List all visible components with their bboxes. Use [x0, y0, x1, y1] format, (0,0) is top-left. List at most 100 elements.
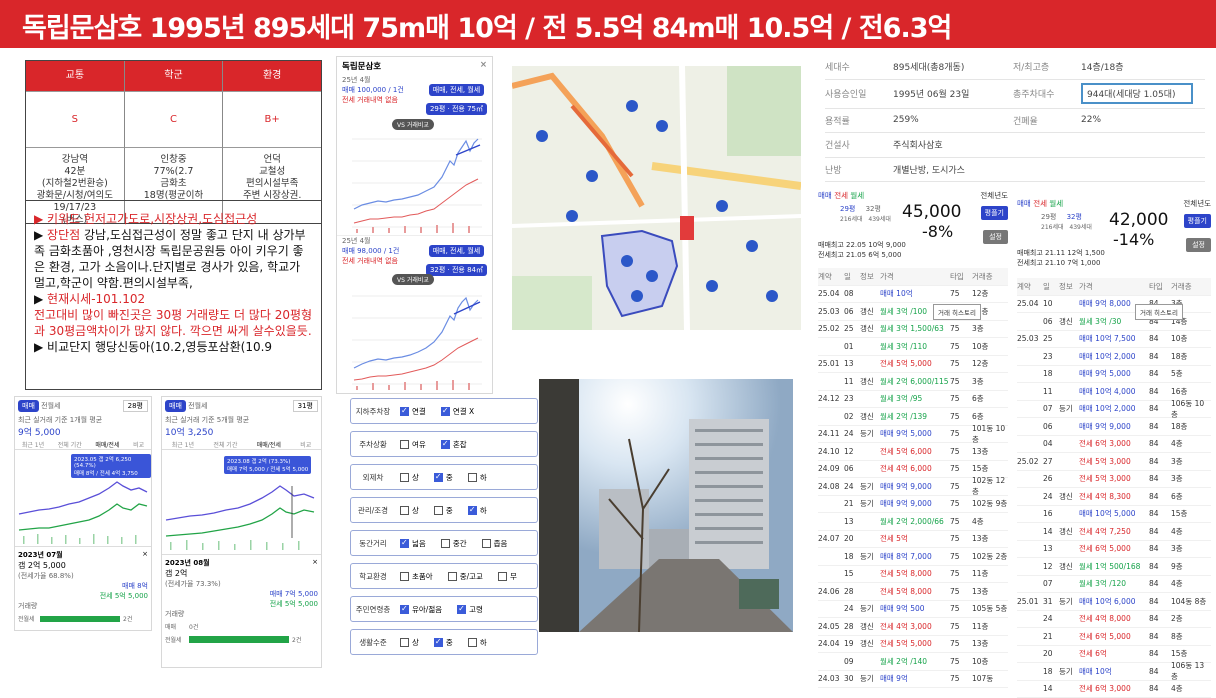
- tab-compare[interactable]: 비교: [133, 440, 144, 449]
- checkbox[interactable]: [400, 440, 409, 449]
- filter-chip[interactable]: 매매, 전세, 월세: [429, 84, 485, 96]
- checkbox[interactable]: [400, 407, 409, 416]
- tab-rent[interactable]: 전월세: [41, 402, 60, 410]
- checkbox[interactable]: [457, 605, 466, 614]
- checkbox[interactable]: [441, 407, 450, 416]
- area-chip-2[interactable]: 32평 · 전용 84㎡: [426, 264, 487, 276]
- tab-sale-jeonse[interactable]: 매매/전세: [257, 440, 281, 449]
- tab-monthly[interactable]: 월세: [1049, 199, 1063, 208]
- table-row[interactable]: 24.0824등기매매 9억 9,00075102동 12층: [818, 478, 1008, 496]
- table-row[interactable]: 25.0227전세 5억 3,000843층: [1017, 453, 1211, 471]
- table-row[interactable]: 01월세 3억 /1107510층: [818, 338, 1008, 356]
- table-row[interactable]: 18매매 9억 5,000845층: [1017, 366, 1211, 384]
- tab-sale[interactable]: 매매: [818, 191, 832, 200]
- table-row[interactable]: 13전세 6억 5,000843층: [1017, 541, 1211, 559]
- table-row[interactable]: 07월세 3억 /120844층: [1017, 576, 1211, 594]
- checkbox[interactable]: [468, 506, 477, 515]
- checkbox[interactable]: [482, 539, 491, 548]
- checkbox[interactable]: [441, 440, 450, 449]
- tab-sale[interactable]: 매매: [1017, 199, 1031, 208]
- table-row[interactable]: 11갱신월세 2억 6,000/115753층: [818, 373, 1008, 391]
- checkbox[interactable]: [400, 572, 409, 581]
- year-filter[interactable]: 전체년도: [980, 190, 1008, 204]
- checkbox[interactable]: [441, 539, 450, 548]
- table-row[interactable]: 16매매 10억 5,0008415층: [1017, 506, 1211, 524]
- table-row[interactable]: 26전세 5억 3,000843층: [1017, 471, 1211, 489]
- close-icon[interactable]: ×: [142, 550, 148, 560]
- close-icon[interactable]: ×: [312, 558, 318, 568]
- checkbox[interactable]: [468, 638, 477, 647]
- table-row[interactable]: 25.0113전세 5억 5,0007512층: [818, 356, 1008, 374]
- pyeong-button[interactable]: 평플기: [981, 206, 1008, 220]
- pyeong-button[interactable]: 평플기: [1184, 214, 1211, 228]
- checkbox[interactable]: [498, 572, 507, 581]
- pyeong-tab[interactable]: 29평: [840, 205, 855, 213]
- settings-button[interactable]: 설정: [983, 230, 1008, 244]
- tab-jeonse[interactable]: 전세: [1033, 199, 1047, 208]
- checkbox[interactable]: [434, 473, 443, 482]
- tab-monthly[interactable]: 월세: [850, 191, 864, 200]
- table-row[interactable]: 23매매 10억 2,0008418층: [1017, 348, 1211, 366]
- table-row[interactable]: 18등기매매 8억 7,00075102동 2층: [818, 548, 1008, 566]
- table-row[interactable]: 24전세 4억 8,000842층: [1017, 611, 1211, 629]
- pyeong-tab[interactable]: 29평: [1041, 213, 1056, 221]
- checkbox[interactable]: [434, 506, 443, 515]
- tab-sale[interactable]: 매매: [18, 400, 39, 412]
- table-row[interactable]: 14전세 6억 3,000844층: [1017, 681, 1211, 698]
- table-row[interactable]: 13월세 2억 2,000/66754층: [818, 513, 1008, 531]
- tab-recent[interactable]: 최근 1년: [172, 440, 194, 449]
- checkbox[interactable]: [400, 539, 409, 548]
- table-row[interactable]: 25.0408매매 10억7512층: [818, 286, 1008, 304]
- table-row[interactable]: 24.0720전세 5억7513층: [818, 531, 1008, 549]
- table-row[interactable]: 06매매 9억 9,0008418층: [1017, 418, 1211, 436]
- filter-chip-2[interactable]: 매매, 전세, 월세: [429, 245, 485, 257]
- table-row[interactable]: 24.0628전세 5억 8,0007513층: [818, 583, 1008, 601]
- table-row[interactable]: 24.0419갱신전세 5억 5,0007513층: [818, 636, 1008, 654]
- compare-button-2[interactable]: VS 거래비교: [392, 274, 434, 285]
- pyeong-tab-2[interactable]: 32평: [866, 205, 881, 213]
- checkbox[interactable]: [400, 506, 409, 515]
- tab-jeonse[interactable]: 전세: [834, 191, 848, 200]
- table-row[interactable]: 21전세 6억 5,000848층: [1017, 628, 1211, 646]
- area-select[interactable]: 28평: [123, 400, 148, 412]
- table-row[interactable]: 24.0330등기매매 9억75107동: [818, 671, 1008, 689]
- table-row[interactable]: 21등기매매 9억 9,00075102동 9층: [818, 496, 1008, 514]
- checkbox[interactable]: [434, 638, 443, 647]
- checkbox[interactable]: [400, 473, 409, 482]
- close-icon[interactable]: ×: [480, 60, 487, 72]
- table-row[interactable]: 14갱신전세 4억 7,250844층: [1017, 523, 1211, 541]
- area-select[interactable]: 31평: [293, 400, 318, 412]
- tab-recent[interactable]: 최근 1년: [22, 440, 44, 449]
- table-row[interactable]: 15전세 5억 8,0007511층: [818, 566, 1008, 584]
- compare-button[interactable]: VS 거래비교: [392, 119, 434, 130]
- tab-compare[interactable]: 비교: [300, 440, 311, 449]
- table-row[interactable]: 18등기매매 10억84106동 13층: [1017, 663, 1211, 681]
- year-filter[interactable]: 전체년도: [1183, 198, 1211, 212]
- table-row[interactable]: 25.0325매매 10억 7,5008410층: [1017, 331, 1211, 349]
- table-row[interactable]: 07등기매매 10억 2,00084106동 10층: [1017, 401, 1211, 419]
- table-row[interactable]: 12갱신월세 1억 500/168849층: [1017, 558, 1211, 576]
- tab-all[interactable]: 전체 기간: [58, 440, 82, 449]
- tab-rent[interactable]: 전월세: [188, 402, 207, 410]
- table-row[interactable]: 25.0131등기매매 10억 6,00084104동 8층: [1017, 593, 1211, 611]
- table-row[interactable]: 24.1012전세 5억 6,0007513층: [818, 443, 1008, 461]
- tab-all[interactable]: 전체 기간: [213, 440, 237, 449]
- table-row[interactable]: 24.1223월세 3억 /95756층: [818, 391, 1008, 409]
- table-row[interactable]: 04전세 6억 3,000844층: [1017, 436, 1211, 454]
- table-row[interactable]: 25.0225갱신월세 3억 1,500/63753층: [818, 321, 1008, 339]
- checkbox[interactable]: [400, 605, 409, 614]
- map-view[interactable]: [512, 66, 801, 330]
- table-row[interactable]: 24등기매매 9억 50075105동 5층: [818, 601, 1008, 619]
- checkbox[interactable]: [448, 572, 457, 581]
- area-chip[interactable]: 29평 · 전용 75㎡: [426, 103, 487, 115]
- table-row[interactable]: 24.1124등기매매 9억 5,00075101동 10층: [818, 426, 1008, 444]
- checkbox[interactable]: [468, 473, 477, 482]
- table-row[interactable]: 24갱신전세 4억 8,300846층: [1017, 488, 1211, 506]
- settings-button[interactable]: 설정: [1186, 238, 1211, 252]
- tab-sale-jeonse[interactable]: 매매/전세: [95, 440, 119, 449]
- checkbox[interactable]: [400, 638, 409, 647]
- pyeong-tab-2[interactable]: 32평: [1067, 213, 1082, 221]
- table-row[interactable]: 24.0528갱신전세 4억 3,0007511층: [818, 618, 1008, 636]
- table-row[interactable]: 09월세 2억 /1407510층: [818, 653, 1008, 671]
- tab-sale[interactable]: 매매: [165, 400, 186, 412]
